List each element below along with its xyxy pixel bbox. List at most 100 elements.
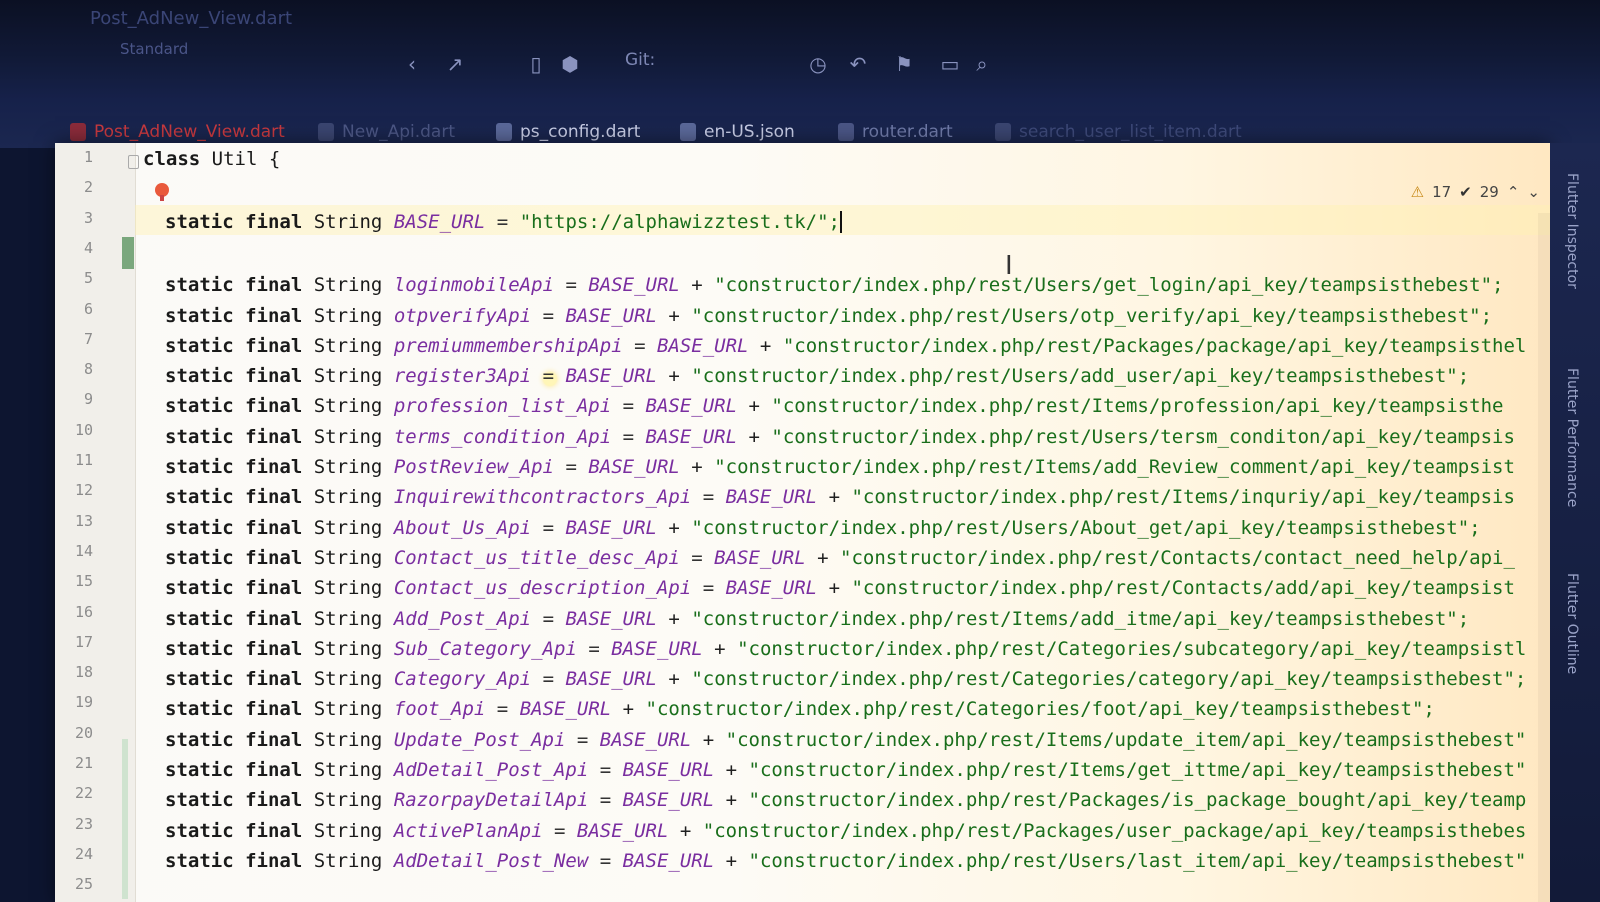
code-line[interactable]: static final String AdDetail_Post_Api = … [165, 759, 1526, 781]
line-number: 17 [74, 632, 93, 651]
code-editor[interactable]: 1 2 3 4 5 6 7 8 9 10 11 12 13 14 15 16 17 18 19 20 21 22 23 24 2… [55, 143, 1550, 902]
code-line[interactable]: static final String terms_condition_Api … [165, 426, 1515, 448]
ide-toolbar: Post_AdNew_View.dart Standard ‹ ↗ ▯ ⬢ Gi… [0, 0, 1600, 100]
code-line[interactable]: static final String ActivePlanApi = BASE… [165, 820, 1526, 842]
string-literal: "constructor/index.php/rest/Categories/c… [691, 668, 1527, 691]
code-line[interactable]: static final String AdDetail_Post_New = … [165, 850, 1526, 872]
tab-new-api[interactable]: New_Api.dart [318, 122, 455, 142]
fold-icon[interactable] [128, 155, 139, 169]
line-number: 18 [74, 663, 93, 682]
back-icon[interactable]: ‹ [400, 52, 424, 76]
chevron-down-icon[interactable]: ⌄ [1527, 183, 1540, 201]
operator: = [599, 789, 612, 812]
line-number: 13 [74, 511, 93, 530]
type-name: String [313, 607, 383, 630]
run-icon[interactable]: ↗ [443, 52, 467, 76]
flutter-inspector-tab[interactable]: Flutter Inspector [1564, 173, 1580, 289]
class-name: Util { [211, 148, 281, 170]
field-reference: BASE_URL [565, 304, 657, 327]
field-reference: BASE_URL [645, 425, 738, 448]
operator: = [565, 456, 577, 478]
code-line[interactable]: static final String profession_list_Api … [165, 395, 1503, 417]
dart-file-icon [496, 123, 512, 141]
line-number: 10 [74, 420, 93, 439]
code-line[interactable]: static final String Contact_us_descripti… [165, 577, 1515, 599]
code-line[interactable]: static final String Sub_Category_Api = B… [165, 638, 1526, 660]
device-icon[interactable]: ▯ [524, 52, 548, 76]
field-name: Update_Post_Api [393, 728, 566, 751]
field-name: premiummembershipApi [393, 334, 623, 357]
code-line[interactable]: static final String BASE_URL = "https://… [165, 211, 842, 234]
code-line[interactable]: static final String PostReview_Api = BAS… [165, 456, 1515, 478]
tab-post-adnew-view[interactable]: Post_AdNew_View.dart [70, 122, 285, 142]
string-literal: "constructor/index.php/rest/Users/About_… [691, 516, 1481, 539]
field-name: Add_Post_Api [393, 607, 532, 630]
type-name: String [313, 274, 383, 297]
string-literal: "constructor/index.php/rest/Categories/s… [737, 637, 1527, 660]
operator: = [599, 759, 612, 781]
tab-router[interactable]: router.dart [838, 122, 953, 142]
keyword: static final [165, 698, 303, 721]
line-number: 3 [83, 208, 93, 227]
chevron-up-icon[interactable]: ⌃ [1507, 183, 1520, 201]
code-line[interactable]: static final String Add_Post_Api = BASE_… [165, 608, 1469, 630]
string-literal: "constructor/index.php/rest/Users/last_i… [748, 849, 1527, 872]
field-name: BASE_URL [393, 210, 486, 233]
field-reference: BASE_URL [725, 486, 818, 509]
keyword: static final [165, 274, 303, 297]
branch-selector[interactable]: Standard [120, 40, 188, 58]
code-line[interactable]: static final String RazorpayDetailApi = … [165, 789, 1526, 811]
code-line[interactable]: static final String foot_Api = BASE_URL … [165, 698, 1435, 720]
code-line[interactable]: static final String otpverifyApi = BASE_… [165, 305, 1492, 327]
history-icon[interactable]: ◷ [806, 52, 830, 76]
line-number: 24 [74, 844, 93, 863]
field-reference: BASE_URL [714, 546, 806, 569]
package-icon[interactable]: ⬢ [558, 52, 582, 76]
vcs-change-marker[interactable] [122, 739, 128, 899]
keyword: static final [165, 425, 303, 448]
line-number: 14 [74, 541, 93, 560]
operator: = [542, 668, 555, 691]
code-line[interactable]: static final String Category_Api = BASE_… [165, 668, 1526, 690]
line-number: 8 [83, 360, 93, 379]
tab-en-us-json[interactable]: en-US.json [680, 122, 795, 142]
type-name: String [313, 516, 383, 539]
type-name: String [313, 334, 383, 357]
tool-window-strip: Flutter Inspector Flutter Performance Fl… [1550, 143, 1600, 902]
editor-tabs: Post_AdNew_View.dart New_Api.dart ps_con… [0, 100, 1600, 148]
string-literal: "constructor/index.php/rest/Users/otp_ve… [691, 304, 1493, 327]
tab-search-user-list-item[interactable]: search_user_list_item.dart [995, 122, 1242, 142]
type-name: String [313, 456, 383, 478]
inspection-widget[interactable]: ⚠ 17 ✔ 29 ⌃ ⌄ [1411, 183, 1540, 201]
field-reference: BASE_URL [565, 607, 657, 630]
rollback-icon[interactable]: ↶ [846, 52, 870, 76]
string-literal: "constructor/index.php/rest/Items/update… [725, 728, 1527, 751]
search-icon[interactable]: ⌕ [970, 52, 994, 76]
type-name: String [313, 365, 383, 388]
code-line[interactable]: class Util { [143, 148, 280, 170]
code-line[interactable]: static final String register3Api = BASE_… [165, 365, 1469, 387]
field-name: profession_list_Api [393, 395, 612, 418]
code-line[interactable]: static final String About_Us_Api = BASE_… [165, 517, 1481, 539]
vertical-scrollbar[interactable] [1538, 213, 1550, 902]
keyword: static final [165, 668, 303, 691]
line-number: 2 [83, 178, 93, 197]
code-line[interactable]: static final String Update_Post_Api = BA… [165, 729, 1526, 751]
string-literal: "constructor/index.php/rest/Items/get_it… [748, 759, 1527, 781]
flag-icon[interactable]: ⚑ [892, 52, 916, 76]
type-name: String [313, 759, 383, 781]
operator: = [554, 819, 566, 842]
window-icon[interactable]: ▭ [938, 52, 962, 76]
code-line[interactable]: static final String premiummembershipApi… [165, 335, 1526, 357]
tab-ps-config[interactable]: ps_config.dart [496, 122, 640, 142]
vcs-change-marker[interactable] [122, 237, 134, 269]
operator: = [702, 486, 715, 509]
flutter-outline-tab[interactable]: Flutter Outline [1564, 573, 1580, 674]
code-line[interactable]: static final String Contact_us_title_des… [165, 547, 1515, 569]
line-number: 23 [74, 814, 93, 833]
field-name: Category_Api [393, 668, 532, 691]
code-line[interactable]: static final String Inquirewithcontracto… [165, 486, 1515, 508]
line-number: 7 [83, 329, 93, 348]
flutter-performance-tab[interactable]: Flutter Performance [1564, 368, 1580, 507]
code-line[interactable]: static final String loginmobileApi = BAS… [165, 274, 1503, 296]
